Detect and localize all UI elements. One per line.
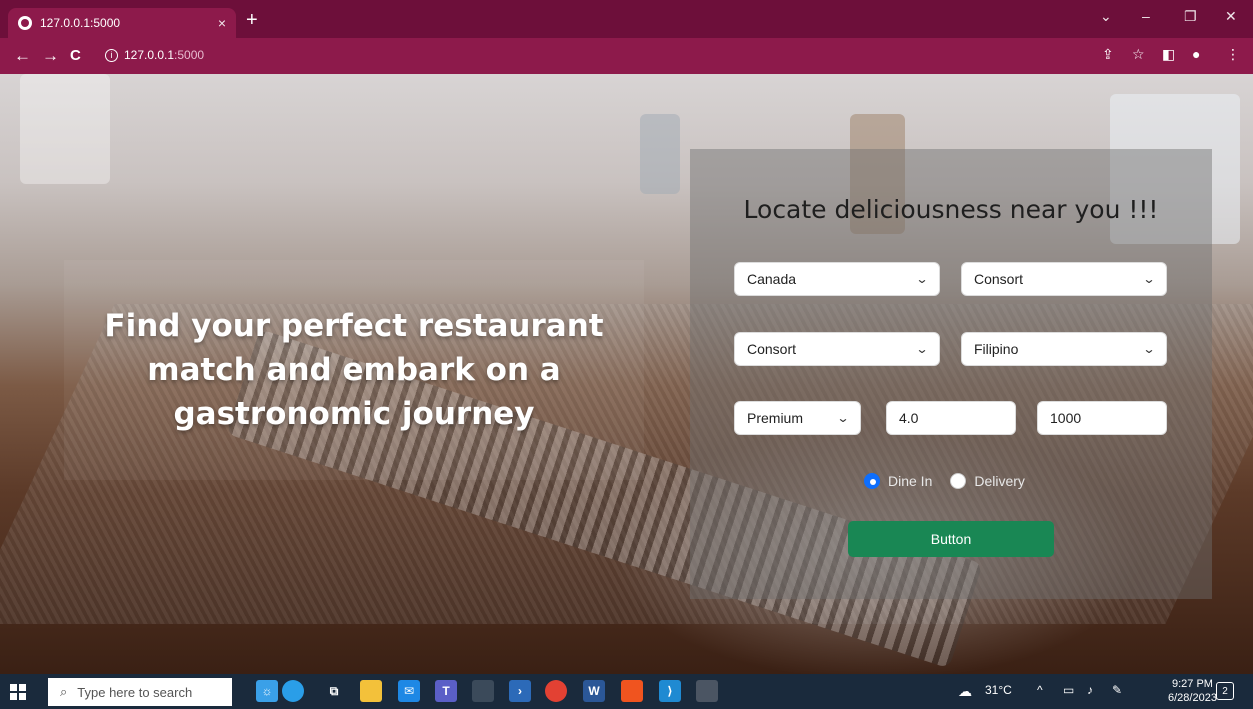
service-type-radio-group: Dine In Delivery (864, 473, 1035, 489)
browser-tab[interactable]: 127.0.0.1:5000 × (8, 8, 236, 38)
menu-icon[interactable]: ⋮ (1226, 46, 1240, 63)
new-tab-button[interactable]: + (246, 10, 258, 30)
battery-icon[interactable]: ▭ (1063, 683, 1074, 697)
forward-icon[interactable]: → (42, 46, 59, 66)
country-value: Canada (747, 271, 797, 287)
weather-icon[interactable]: ☁ (958, 683, 972, 700)
tab-search-icon[interactable]: ⌄ (1100, 8, 1112, 25)
site-info-icon[interactable]: i (105, 48, 118, 62)
taskbar-search[interactable]: ⌕ Type here to search (48, 678, 232, 706)
cortana-icon[interactable] (282, 680, 304, 702)
chevron-down-icon: ⌄ (915, 272, 929, 286)
votes-input[interactable]: 1000 (1037, 401, 1167, 435)
terminal-icon[interactable] (696, 680, 718, 702)
chevron-down-icon: ⌄ (1142, 342, 1156, 356)
background-glass (640, 114, 680, 194)
delivery-radio[interactable] (950, 473, 967, 489)
price-range-select[interactable]: Premium ⌄ (734, 401, 861, 435)
country-select[interactable]: Canada ⌄ (734, 262, 940, 296)
votes-value: 1000 (1050, 410, 1082, 426)
brave-icon[interactable] (621, 680, 643, 702)
hero-banner: Find your perfect restaurant match and e… (64, 260, 644, 480)
chrome-icon[interactable] (545, 680, 567, 702)
url-field[interactable]: i 127.0.0.1:5000 (105, 44, 204, 66)
powershell-icon[interactable]: › (509, 680, 531, 702)
clock-date: 6/28/2023 (1168, 692, 1217, 704)
dine-in-radio[interactable] (864, 473, 880, 489)
page-background: Find your perfect restaurant match and e… (0, 74, 1253, 674)
close-tab-icon[interactable]: × (218, 15, 226, 31)
locality-select[interactable]: Consort ⌄ (734, 332, 940, 366)
tab-title: 127.0.0.1:5000 (40, 16, 121, 30)
side-panel-icon[interactable]: ◧ (1162, 46, 1175, 63)
bookmark-star-icon[interactable]: ☆ (1132, 46, 1145, 63)
mail-icon[interactable]: ✉ (398, 680, 420, 702)
teams-icon[interactable]: T (435, 680, 457, 702)
window-close-icon[interactable]: ✕ (1225, 8, 1237, 25)
back-icon[interactable]: ← (14, 46, 31, 66)
chevron-down-icon: ⌄ (1142, 272, 1156, 286)
panel-title: Locate deliciousness near you !!! (743, 195, 1159, 224)
submit-button[interactable]: Button (848, 521, 1054, 557)
file-explorer-icon[interactable] (360, 680, 382, 702)
search-placeholder: Type here to search (77, 684, 193, 700)
volume-icon[interactable]: ♪ (1087, 683, 1093, 697)
pen-icon[interactable]: ✎ (1112, 683, 1122, 697)
vscode-icon[interactable]: ⟩ (659, 680, 681, 702)
city-value: Consort (974, 271, 1024, 287)
show-hidden-icons[interactable]: ^ (1037, 683, 1043, 697)
dine-in-label[interactable]: Dine In (888, 473, 932, 489)
profile-icon[interactable]: ● (1192, 46, 1200, 62)
locality-value: Consort (747, 341, 797, 357)
search-icon: ⌕ (60, 684, 68, 699)
widgets-icon[interactable]: ☼ (256, 680, 278, 702)
notification-count: 2 (1222, 685, 1228, 697)
notification-center-icon[interactable]: 2 (1216, 682, 1234, 700)
cuisine-value: Filipino (974, 341, 1019, 357)
reload-icon[interactable]: C (70, 46, 81, 66)
background-glass (20, 74, 110, 184)
mysql-workbench-icon[interactable] (472, 680, 494, 702)
chevron-down-icon: ⌄ (836, 411, 850, 425)
chevron-down-icon: ⌄ (915, 342, 929, 356)
weather-temp[interactable]: 31°C (985, 683, 1012, 697)
rating-input[interactable]: 4.0 (886, 401, 1016, 435)
city-select[interactable]: Consort ⌄ (961, 262, 1167, 296)
clock[interactable]: 9:27 PM 6/28/2023 (1168, 677, 1217, 705)
restore-icon[interactable]: ❐ (1184, 8, 1197, 25)
url-path: :5000 (174, 48, 205, 62)
price-range-value: Premium (747, 410, 804, 426)
globe-icon (18, 16, 32, 30)
minimize-icon[interactable]: – (1142, 8, 1150, 24)
hero-text: Find your perfect restaurant match and e… (104, 308, 604, 432)
url-host: 127.0.0.1 (124, 48, 175, 62)
share-icon[interactable]: ⇪ (1102, 46, 1114, 63)
task-view-icon[interactable]: ⧉ (323, 680, 345, 702)
word-icon[interactable]: W (583, 680, 605, 702)
clock-time: 9:27 PM (1171, 678, 1213, 690)
rating-value: 4.0 (899, 410, 919, 426)
delivery-label[interactable]: Delivery (974, 473, 1025, 489)
windows-start-icon[interactable] (10, 684, 26, 700)
cuisine-select[interactable]: Filipino ⌄ (961, 332, 1167, 366)
